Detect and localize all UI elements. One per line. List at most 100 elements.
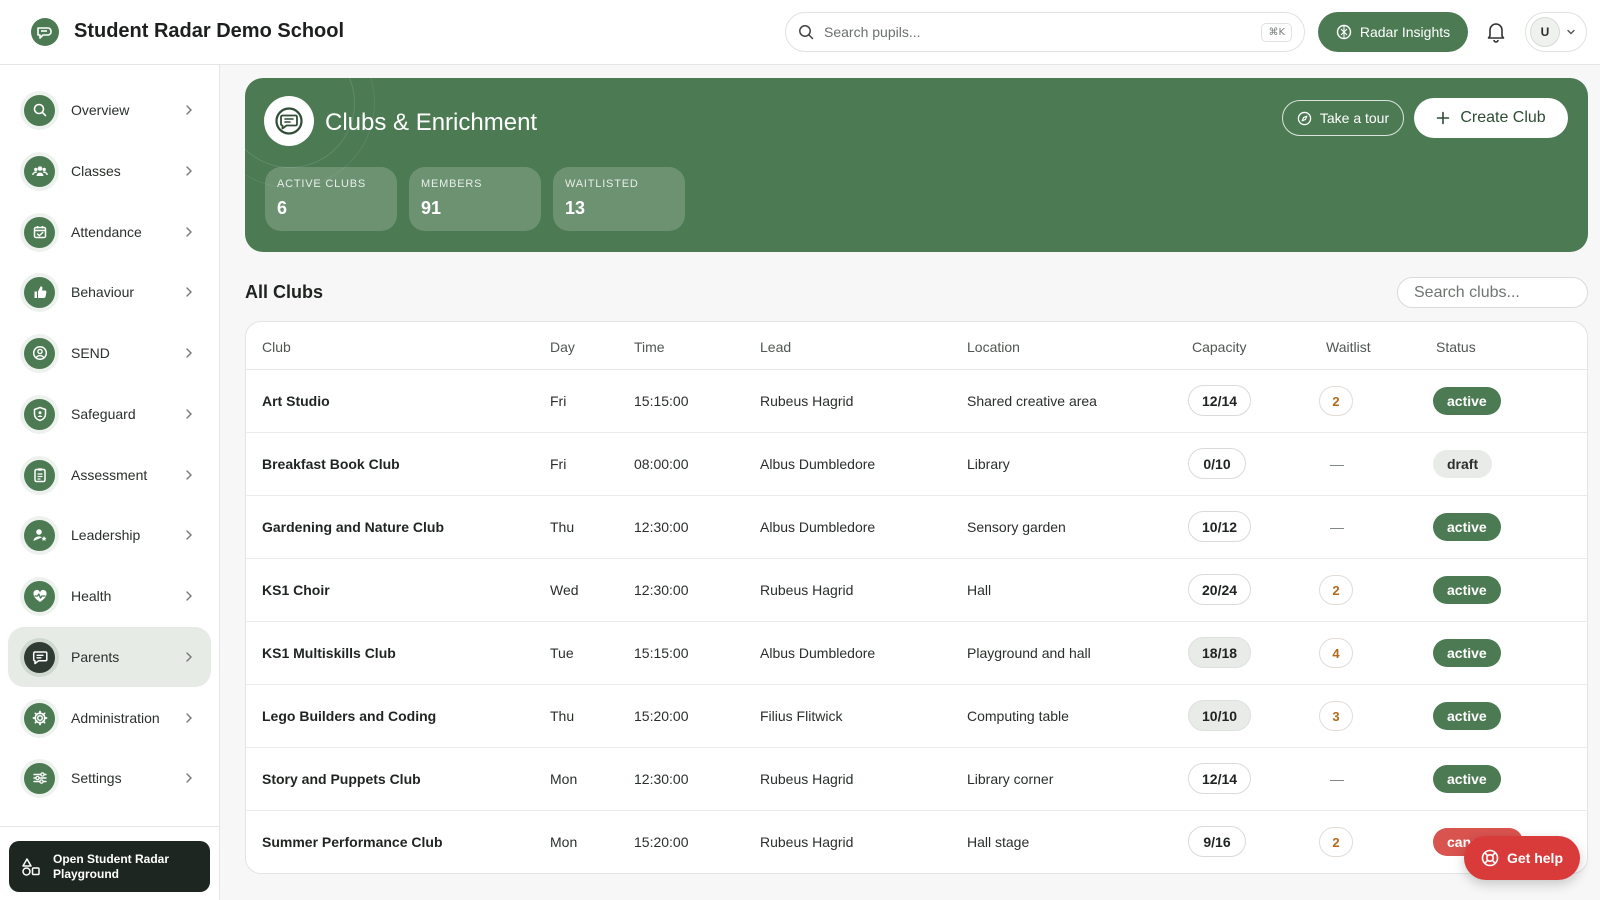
open-playground-button[interactable]: Open Student Radar Playground [9, 841, 210, 892]
radar-insights-button[interactable]: Radar Insights [1318, 12, 1468, 52]
column-header-status[interactable]: Status [1436, 339, 1476, 355]
sidebar-item-leadership[interactable]: Leadership [8, 505, 211, 565]
column-header-waitlist[interactable]: Waitlist [1326, 339, 1371, 355]
sidebar-item-send[interactable]: SEND [8, 323, 211, 383]
radar-insights-label: Radar Insights [1359, 24, 1451, 40]
user-menu[interactable]: U [1525, 12, 1587, 52]
sidebar-item-safeguard[interactable]: Safeguard [8, 384, 211, 444]
chevron-right-icon [186, 713, 192, 723]
table-row[interactable]: Summer Performance Club Mon 15:20:00 Rubeus… [246, 811, 1587, 873]
sidebar-item-health[interactable]: Health [8, 566, 211, 626]
top-bar: Student Radar Demo School ⌘K Radar Insig… [0, 0, 1600, 65]
waitlist-badge: 3 [1319, 701, 1353, 731]
club-location: Library corner [967, 771, 1054, 787]
column-header-club[interactable]: Club [262, 339, 291, 355]
sliders-icon [24, 762, 55, 794]
club-time: 15:20:00 [634, 834, 689, 850]
stat-value: 13 [565, 198, 586, 218]
waitlist-empty: — [1330, 519, 1344, 535]
sidebar-item-label: Safeguard [71, 406, 136, 422]
status-badge: draft [1433, 450, 1493, 478]
sidebar-item-label: Administration [71, 710, 160, 726]
stat-value: 91 [421, 198, 442, 218]
page-title: Clubs & Enrichment [325, 109, 538, 136]
club-name[interactable]: Summer Performance Club [262, 834, 443, 850]
sidebar-item-settings[interactable]: Settings [8, 748, 211, 808]
take-tour-button[interactable]: Take a tour [1282, 100, 1404, 136]
stat-active-clubs: ACTIVE CLUBS 6 [265, 167, 397, 231]
club-time: 12:30:00 [634, 582, 689, 598]
sidebar-item-administration[interactable]: Administration [8, 688, 211, 748]
column-header-lead[interactable]: Lead [760, 339, 791, 355]
create-club-label: Create Club [1460, 109, 1546, 126]
table-row[interactable]: KS1 Choir Wed 12:30:00 Rubeus Hagrid Hall 20/… [246, 559, 1587, 622]
club-name[interactable]: Gardening and Nature Club [262, 519, 444, 535]
sidebar-item-behaviour[interactable]: Behaviour [8, 262, 211, 322]
get-help-button[interactable]: Get help [1464, 836, 1580, 880]
chevron-right-icon [186, 348, 192, 358]
chevron-right-icon [186, 591, 192, 601]
get-help-label: Get help [1506, 850, 1563, 866]
club-search-input[interactable] [1397, 277, 1588, 308]
club-location: Sensory garden [967, 519, 1066, 535]
waitlist-badge: 2 [1319, 386, 1353, 416]
chevron-right-icon [186, 287, 192, 297]
sidebar-item-label: Settings [71, 770, 122, 786]
sidebar-item-overview[interactable]: Overview [8, 80, 211, 140]
status-badge: active [1433, 765, 1501, 793]
bell-icon[interactable] [1486, 21, 1506, 43]
lifebuoy-icon [1481, 849, 1499, 867]
thumbs-up-icon [24, 276, 55, 308]
table-row[interactable]: Breakfast Book Club Fri 08:00:00 Albus Dumb… [246, 433, 1587, 496]
status-badge: active [1433, 702, 1501, 730]
club-location: Computing table [967, 708, 1069, 724]
playground-label-line2: Playground [53, 866, 120, 881]
club-name[interactable]: Story and Puppets Club [262, 771, 421, 787]
users-icon [24, 155, 55, 187]
club-name[interactable]: Breakfast Book Club [262, 456, 400, 472]
table-row[interactable]: Lego Builders and Coding Thu 15:20:00 Filiu… [246, 685, 1587, 748]
pupil-search[interactable]: ⌘K [785, 12, 1305, 52]
club-time: 08:00:00 [634, 456, 689, 472]
stat-label: WAITLISTED [565, 178, 639, 190]
club-day: Fri [550, 456, 567, 472]
sidebar-item-assessment[interactable]: Assessment [8, 445, 211, 505]
sidebar-item-attendance[interactable]: Attendance [8, 202, 211, 262]
radar-logo-icon [37, 27, 52, 39]
table-row[interactable]: Story and Puppets Club Mon 12:30:00 Rubeus … [246, 748, 1587, 811]
logo[interactable] [31, 18, 59, 46]
status-badge: active [1433, 639, 1501, 667]
pupil-search-input[interactable] [824, 24, 1262, 40]
chevron-down-icon [1567, 29, 1575, 35]
club-lead: Albus Dumbledore [760, 456, 876, 472]
heart-pulse-icon [24, 580, 55, 612]
capacity-badge: 10/10 [1188, 700, 1252, 731]
club-name[interactable]: KS1 Choir [262, 582, 330, 598]
capacity-badge: 0/10 [1188, 448, 1246, 479]
column-header-location[interactable]: Location [967, 339, 1020, 355]
column-header-time[interactable]: Time [634, 339, 665, 355]
sidebar-item-parents[interactable]: Parents [8, 627, 211, 687]
club-day: Thu [550, 708, 575, 724]
club-time: 15:15:00 [634, 645, 689, 661]
capacity-badge: 18/18 [1188, 637, 1252, 668]
club-day: Wed [550, 582, 579, 598]
table-row[interactable]: KS1 Multiskills Club Tue 15:15:00 Albus Dum… [246, 622, 1587, 685]
club-time: 12:30:00 [634, 771, 689, 787]
club-name[interactable]: KS1 Multiskills Club [262, 645, 396, 661]
hero-icon-badge [264, 96, 314, 146]
sidebar-item-label: Leadership [71, 527, 141, 543]
playground-label-line1: Open Student Radar [53, 851, 170, 866]
avatar: U [1530, 17, 1560, 47]
create-club-button[interactable]: Create Club [1414, 98, 1568, 138]
sidebar-item-label: Behaviour [71, 284, 135, 300]
column-header-capacity[interactable]: Capacity [1192, 339, 1246, 355]
table-row[interactable]: Art Studio Fri 15:15:00 Rubeus Hagrid Shared… [246, 370, 1587, 433]
table-row[interactable]: Gardening and Nature Club Thu 12:30:00 Albu… [246, 496, 1587, 559]
stat-waitlisted: WAITLISTED 13 [553, 167, 685, 231]
column-header-day[interactable]: Day [550, 339, 575, 355]
club-name[interactable]: Art Studio [262, 393, 330, 409]
club-name[interactable]: Lego Builders and Coding [262, 708, 436, 724]
sidebar-item-classes[interactable]: Classes [8, 141, 211, 201]
club-lead: Filius Flitwick [760, 708, 843, 724]
